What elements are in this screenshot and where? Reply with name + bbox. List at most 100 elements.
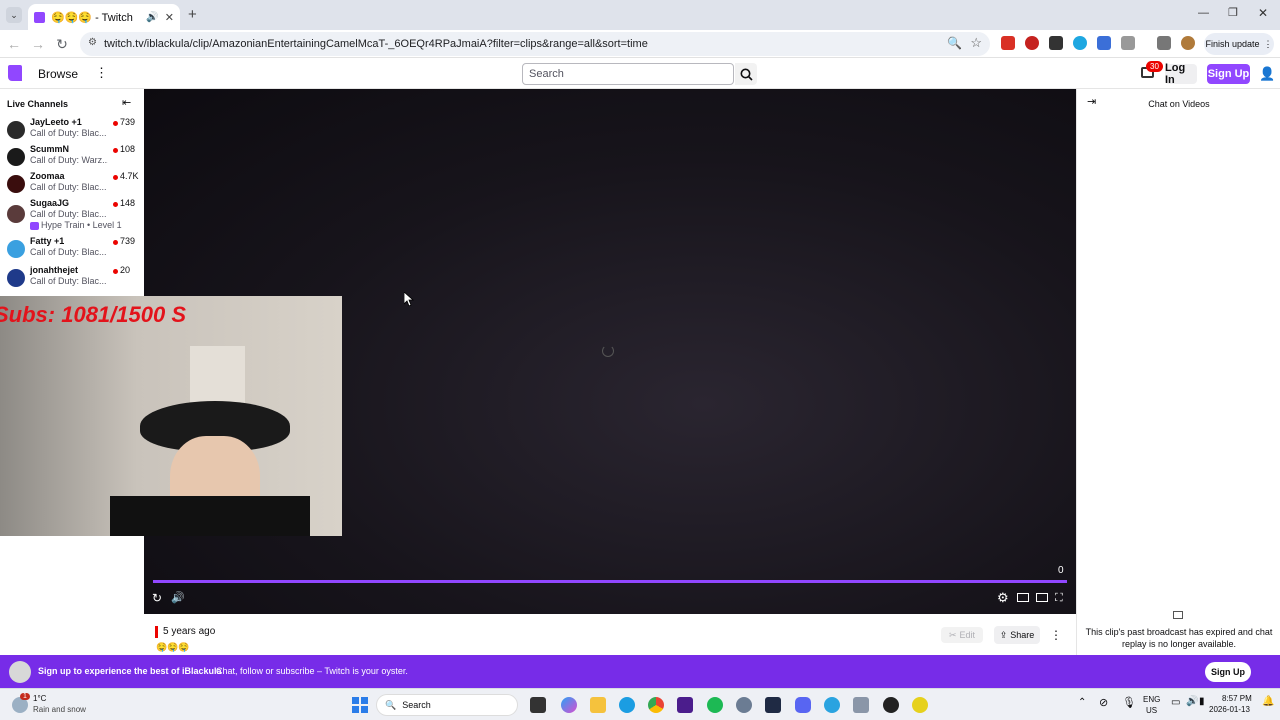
fullscreen-icon[interactable]: ⛶ (1055, 592, 1063, 605)
address-bar[interactable]: ⚙ twitch.tv/iblackula/clip/AmazonianEnte… (80, 32, 990, 56)
spotify-icon[interactable] (707, 697, 723, 713)
extension-blue-icon[interactable] (1073, 36, 1087, 50)
snipping-tool-icon[interactable] (853, 697, 869, 713)
extension-record-icon[interactable] (1025, 36, 1039, 50)
channel-name: JayLeeto +1 (30, 117, 82, 127)
replay-icon[interactable]: ↻ (152, 591, 162, 605)
channel-game: Call of Duty: Blac... (30, 276, 107, 286)
search-icon: 🔍 (385, 699, 397, 710)
reload-icon[interactable]: ↻ (52, 34, 72, 54)
tray-chevron-icon[interactable]: ⌃ (1078, 697, 1086, 708)
notifications-icon[interactable]: 🔔 (1262, 696, 1274, 707)
site-info-icon[interactable]: ⚙ (88, 37, 97, 48)
avatar (7, 269, 25, 287)
extension-waves-icon[interactable] (1097, 36, 1111, 50)
new-tab-button[interactable]: + (188, 6, 197, 23)
finish-update-button[interactable]: Finish update ⋮ (1204, 33, 1274, 55)
clock-date[interactable]: 2026-01-13 (1209, 705, 1250, 714)
user-menu-icon[interactable]: 👤 (1259, 66, 1275, 82)
clip-meta-bar (155, 626, 158, 638)
start-windows-icon[interactable] (352, 697, 368, 713)
channel-game: Call of Duty: Blac... (30, 128, 107, 138)
weather-temp: 1°C (33, 694, 47, 703)
more-menu-icon[interactable]: ⋮ (95, 65, 108, 81)
lang-top[interactable]: ENG (1143, 695, 1160, 704)
theatre-mode-icon[interactable] (1017, 593, 1029, 602)
tray-volume-icon[interactable]: 🔊 (1186, 696, 1198, 707)
browse-link[interactable]: Browse (38, 67, 78, 81)
sidebar-channel[interactable]: Zoomaa Call of Duty: Blac... 4.7K (0, 171, 144, 198)
clock-time[interactable]: 8:57 PM (1222, 694, 1252, 703)
taskbar-search-box[interactable]: 🔍 Search (376, 694, 518, 716)
close-tab-icon[interactable]: ✕ (165, 11, 174, 24)
forward-icon[interactable]: → (28, 34, 48, 54)
chrome-icon[interactable] (648, 697, 664, 713)
seek-bar-fill (153, 580, 1067, 583)
close-window-icon[interactable]: ✕ (1258, 6, 1268, 20)
extension-square-icon[interactable] (1049, 36, 1063, 50)
extension-red-icon[interactable] (1001, 36, 1015, 50)
search-icon (740, 68, 753, 81)
tab-list-button[interactable]: ⌄ (6, 7, 22, 23)
app-icon-yellow[interactable] (912, 697, 928, 713)
sidebar-channel[interactable]: ScummN Call of Duty: Warz... 108 (0, 144, 144, 171)
browser-tab-active[interactable]: 🤤🤤🤤 - Twitch 🔊 ✕ (28, 4, 180, 30)
avatar (7, 205, 25, 223)
file-explorer-icon[interactable] (590, 697, 606, 713)
taskbar-search-label: Search (402, 700, 431, 710)
edit-label: Edit (959, 630, 976, 640)
mini-player-icon[interactable] (1036, 593, 1048, 602)
bookmark-star-icon[interactable]: ☆ (970, 35, 982, 51)
telegram-icon[interactable] (824, 697, 840, 713)
copilot-icon[interactable] (561, 697, 577, 713)
reading-list-icon[interactable] (1157, 36, 1171, 50)
signup-button[interactable]: Sign Up (1207, 64, 1250, 84)
seek-bar[interactable] (153, 580, 1067, 583)
discord-icon[interactable] (795, 697, 811, 713)
live-dot-icon (113, 240, 118, 245)
back-icon[interactable]: ← (4, 34, 24, 54)
restore-icon[interactable]: ❐ (1228, 6, 1238, 19)
banner-signup-button[interactable]: Sign Up (1205, 662, 1251, 682)
notification-badge: 30 (1146, 61, 1163, 72)
settings-app-icon[interactable] (736, 697, 752, 713)
avatar (7, 175, 25, 193)
lang-bottom[interactable]: US (1146, 706, 1157, 715)
nzxt-icon[interactable] (677, 697, 693, 713)
sidebar-channel[interactable]: Fatty +1 Call of Duty: Blac... 739 (0, 236, 144, 263)
sidebar-channel[interactable]: JayLeeto +1 Call of Duty: Blac... 739 (0, 117, 144, 144)
twitch-logo-icon[interactable] (8, 65, 22, 81)
more-options-icon[interactable]: ⋮ (1050, 628, 1062, 642)
webcam-person-shirt (110, 496, 310, 536)
chat-expired-message: This clip's past broadcast has expired a… (1085, 627, 1273, 649)
search-button[interactable] (735, 63, 757, 85)
login-button[interactable]: Log In (1165, 62, 1197, 86)
edge-icon[interactable] (619, 697, 635, 713)
tray-mic-icon[interactable]: 🎙 (1122, 696, 1136, 709)
edit-button[interactable]: ✂ Edit (941, 627, 983, 643)
viewer-count: 4.7K (120, 171, 139, 181)
obs-icon[interactable] (883, 697, 899, 713)
profile-avatar[interactable] (1181, 36, 1195, 50)
viewer-count: 20 (120, 265, 131, 275)
tray-battery-icon[interactable]: ▮ (1199, 696, 1205, 707)
clip-title: 🤤🤤🤤 (156, 642, 190, 652)
collapse-sidebar-icon[interactable]: ⇤ (122, 96, 131, 109)
minimize-icon[interactable]: — (1198, 7, 1209, 19)
tray-network-off-icon[interactable]: ⊘ (1099, 696, 1108, 709)
sidebar-channel[interactable]: jonahthejet Call of Duty: Blac... 20 (0, 265, 144, 292)
task-view-icon[interactable] (530, 697, 546, 713)
audio-playing-icon[interactable]: 🔊 (146, 12, 158, 23)
sidebar-channel[interactable]: SugaaJG Call of Duty: Blac... 148 Hype T… (0, 198, 144, 236)
subs-counter-text: Subs: 1081/1500 S (0, 302, 187, 327)
share-button[interactable]: ⇪ Share (994, 626, 1040, 644)
app-icon-dark[interactable] (765, 697, 781, 713)
chat-title: Chat on Videos (1148, 99, 1210, 109)
search-input[interactable]: Search (522, 63, 734, 85)
hype-train-label: Hype Train • Level 1 (41, 220, 122, 230)
zoom-icon[interactable]: 🔍 (947, 36, 962, 50)
settings-icon[interactable]: ⚙ (997, 590, 1009, 606)
extensions-puzzle-icon[interactable] (1121, 36, 1135, 50)
volume-icon[interactable]: 🔊 (171, 591, 185, 604)
tray-display-icon[interactable]: ▭ (1171, 697, 1180, 708)
